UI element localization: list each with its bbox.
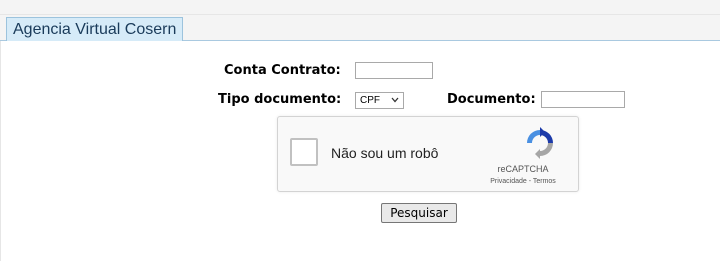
conta-contrato-input[interactable] bbox=[355, 62, 433, 79]
tab-agencia-virtual[interactable]: Agencia Virtual Cosern bbox=[6, 17, 184, 41]
pesquisar-button[interactable]: Pesquisar bbox=[381, 203, 457, 223]
tipo-documento-select[interactable]: CPF bbox=[355, 92, 404, 109]
chevron-down-icon bbox=[391, 97, 399, 103]
tipo-documento-label: Tipo documento: bbox=[218, 92, 342, 107]
captcha-checkbox[interactable] bbox=[290, 138, 318, 166]
tipo-documento-selected: CPF bbox=[360, 95, 380, 106]
recaptcha-widget: Não sou um robô reCAPTCHA Privacidade - … bbox=[277, 116, 579, 192]
conta-contrato-label: Conta Contrato: bbox=[224, 63, 341, 78]
documento-input[interactable] bbox=[541, 91, 625, 108]
recaptcha-links[interactable]: Privacidade - Termos bbox=[478, 178, 568, 185]
documento-label: Documento: bbox=[447, 92, 536, 107]
tab-strip: Agencia Virtual Cosern bbox=[0, 15, 720, 41]
captcha-checkbox-label: Não sou um robô bbox=[331, 145, 439, 161]
recaptcha-logo-icon bbox=[527, 127, 553, 159]
top-bar bbox=[0, 0, 720, 15]
recaptcha-brand: reCAPTCHA bbox=[497, 164, 549, 174]
